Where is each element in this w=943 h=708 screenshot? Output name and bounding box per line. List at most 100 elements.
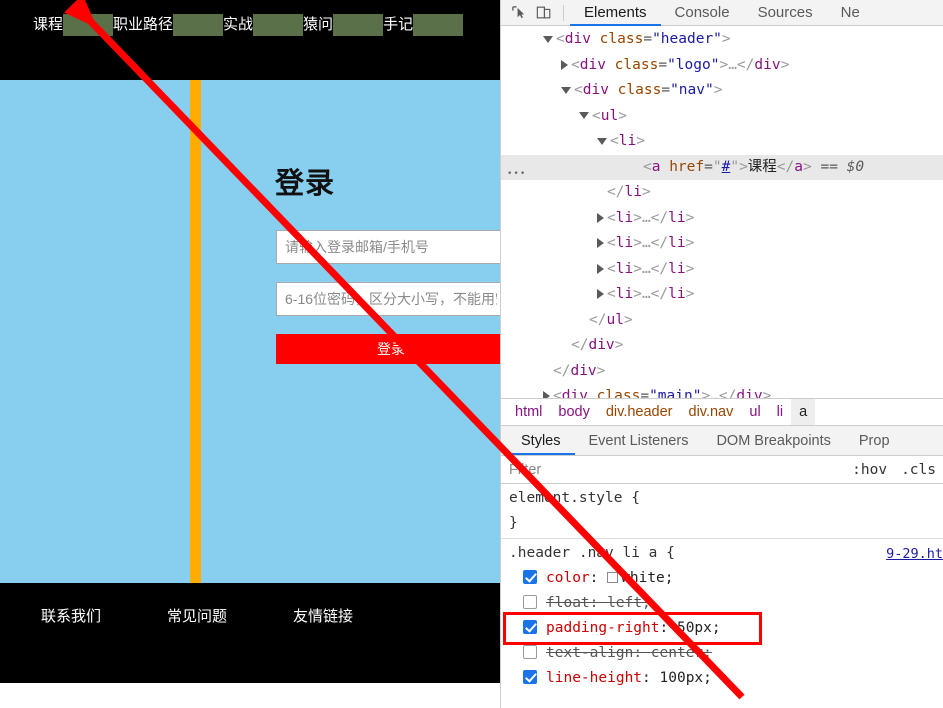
- footer-link-1[interactable]: 常见问题: [134, 605, 260, 626]
- disclosure-triangle-icon[interactable]: [561, 86, 571, 94]
- breadcrumb-item-a[interactable]: a: [791, 399, 816, 425]
- devtools-tab-ne[interactable]: Ne: [827, 0, 874, 26]
- sidebar-tab-dom-breakpoints[interactable]: DOM Breakpoints: [702, 426, 844, 455]
- sidebar-tab-event-listeners[interactable]: Event Listeners: [575, 426, 703, 455]
- dom-node[interactable]: <ul>: [501, 104, 943, 130]
- sidebar-tab-styles[interactable]: Styles: [507, 426, 575, 455]
- login-submit-button[interactable]: 登录: [276, 334, 500, 364]
- dom-token-tagp: li: [668, 286, 686, 302]
- disclosure-triangle-icon[interactable]: [597, 212, 604, 223]
- css-property-value[interactable]: white;: [621, 570, 673, 586]
- dom-token-brk: <: [571, 56, 580, 73]
- dom-node[interactable]: </div>: [501, 333, 943, 359]
- nav-item: 职业路径: [113, 14, 224, 36]
- inspect-element-icon[interactable]: [505, 2, 531, 24]
- disclosure-triangle-icon[interactable]: [561, 59, 568, 70]
- breadcrumb-item-li[interactable]: li: [769, 399, 791, 425]
- dom-node[interactable]: <div class="nav">: [501, 78, 943, 104]
- css-property-name[interactable]: float: [546, 595, 590, 611]
- filter-button-cls[interactable]: .cls: [894, 462, 943, 478]
- nav-link-4[interactable]: 手记: [383, 14, 464, 36]
- breadcrumb-item-ul[interactable]: ul: [741, 399, 768, 425]
- dom-token-brk: >: [762, 388, 772, 398]
- dom-node-selected[interactable]: ••• <a href="#">课程</a> == $0: [501, 154, 943, 180]
- color-swatch[interactable]: [607, 572, 619, 583]
- nav-item: 课程: [33, 14, 114, 36]
- account-input[interactable]: [276, 230, 500, 264]
- disclosure-triangle-icon[interactable]: [597, 289, 604, 299]
- css-property-name[interactable]: color: [546, 570, 590, 586]
- dom-token-eq: ==: [820, 158, 838, 175]
- dom-node[interactable]: </div>: [501, 359, 943, 385]
- css-declaration-color[interactable]: color: white;: [509, 566, 943, 591]
- dom-node-content: <li>…</li>: [501, 210, 694, 226]
- devtools-tab-sources[interactable]: Sources: [744, 0, 827, 26]
- dom-node-content: <li>: [501, 133, 645, 149]
- dom-token-brk: >: [685, 235, 695, 251]
- toolbar-divider: [563, 4, 564, 21]
- styles-filter-input[interactable]: [507, 459, 837, 480]
- breadcrumb-item-html[interactable]: html: [507, 399, 550, 425]
- devtools-tab-elements[interactable]: Elements: [570, 0, 661, 26]
- dom-node[interactable]: <li>…</li>: [501, 206, 943, 232]
- dom-node[interactable]: </ul>: [501, 308, 943, 334]
- css-property-value[interactable]: center;: [651, 645, 712, 661]
- disclosure-triangle-icon[interactable]: [597, 238, 604, 248]
- css-property-name[interactable]: padding-right: [546, 620, 660, 636]
- breadcrumb-item-div-header[interactable]: div.header: [598, 399, 681, 425]
- breadcrumb-item-div-nav[interactable]: div.nav: [681, 399, 742, 425]
- footer-link-0[interactable]: 联系我们: [8, 605, 134, 626]
- dom-token-dollar: $0: [846, 158, 865, 175]
- dom-node[interactable]: </li>: [501, 180, 943, 206]
- css-selector[interactable]: element.style {: [509, 486, 943, 511]
- css-declaration-line-height[interactable]: line-height: 100px;: [509, 666, 943, 691]
- nav-link-3[interactable]: 猿问: [303, 14, 384, 36]
- dom-node[interactable]: <li>…</li>: [501, 282, 943, 308]
- disclosure-triangle-icon[interactable]: [597, 137, 607, 145]
- css-source-link[interactable]: 9-29.ht: [886, 542, 943, 567]
- css-declaration-checkbox[interactable]: [523, 645, 537, 659]
- css-colon: :: [589, 595, 608, 611]
- css-declaration-padding-right[interactable]: padding-right: 50px;: [509, 616, 943, 641]
- dom-tree[interactable]: <div class="header"> <div class="logo">…<…: [501, 26, 943, 398]
- css-property-value[interactable]: left;: [607, 595, 651, 611]
- padding-right-highlight: [63, 14, 114, 36]
- dom-token-sp: [660, 159, 669, 175]
- css-declaration-checkbox[interactable]: [523, 570, 537, 584]
- disclosure-triangle-icon[interactable]: [543, 391, 550, 398]
- dom-token-brk: ": [730, 158, 740, 175]
- css-declaration-text-align[interactable]: text-align: center;: [509, 641, 943, 666]
- css-property-name[interactable]: line-height: [546, 670, 642, 686]
- css-declaration-float[interactable]: float: left;: [509, 591, 943, 616]
- css-declaration-checkbox[interactable]: [523, 620, 537, 634]
- device-toolbar-icon[interactable]: [531, 2, 557, 24]
- disclosure-triangle-icon[interactable]: [579, 112, 589, 119]
- disclosure-triangle-icon[interactable]: [543, 35, 553, 43]
- nav-link-0[interactable]: 课程: [33, 14, 114, 36]
- dom-node[interactable]: <div class="header">: [501, 27, 943, 53]
- footer-link-2[interactable]: 友情链接: [260, 605, 386, 626]
- dom-node[interactable]: <li>: [501, 129, 943, 155]
- css-property-name[interactable]: text-align: [546, 645, 633, 661]
- nav-link-2[interactable]: 实战: [223, 14, 304, 36]
- css-selector[interactable]: .header .nav li a {: [509, 541, 943, 566]
- filter-button-hov[interactable]: :hov: [845, 462, 894, 478]
- css-declaration-checkbox[interactable]: [523, 595, 537, 609]
- dom-node-content: <ul>: [501, 108, 627, 124]
- dom-node[interactable]: <li>…</li>: [501, 257, 943, 283]
- breadcrumb-item-body[interactable]: body: [550, 399, 597, 425]
- dom-token-brk: </: [650, 209, 669, 226]
- banner-section: 登录 登录: [0, 80, 500, 583]
- css-declaration-checkbox[interactable]: [523, 670, 537, 684]
- dom-token-brk: >: [780, 56, 790, 73]
- password-input[interactable]: [276, 282, 500, 316]
- css-property-value[interactable]: 50px;: [677, 620, 721, 636]
- sidebar-tab-prop[interactable]: Prop: [845, 426, 904, 455]
- css-property-value[interactable]: 100px;: [660, 670, 712, 686]
- disclosure-triangle-icon[interactable]: [597, 263, 604, 274]
- dom-node[interactable]: <div class="main">…</div>: [501, 384, 943, 398]
- devtools-tab-console[interactable]: Console: [661, 0, 744, 26]
- dom-node[interactable]: <div class="logo">…</div>: [501, 53, 943, 79]
- nav-link-1[interactable]: 职业路径: [113, 14, 224, 36]
- dom-node[interactable]: <li>…</li>: [501, 231, 943, 257]
